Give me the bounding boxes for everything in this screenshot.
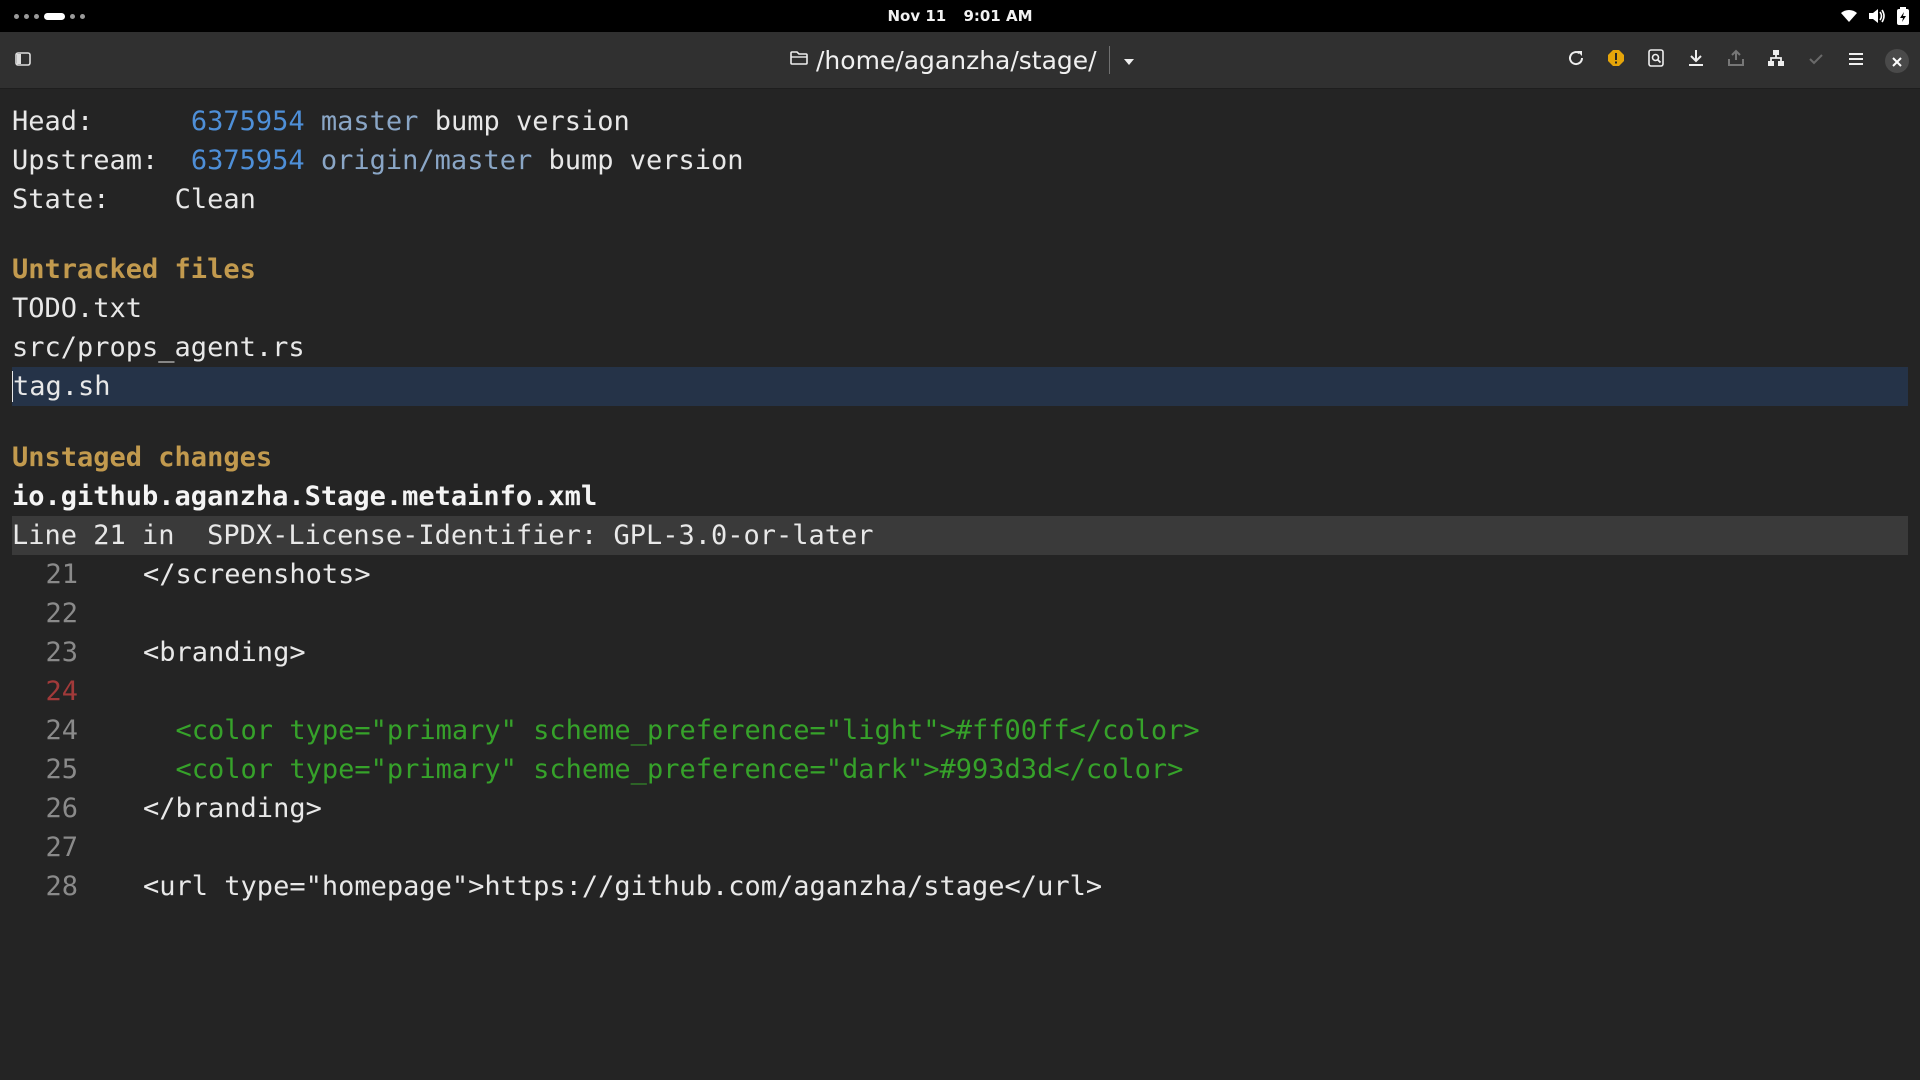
- diff-line-deleted[interactable]: 24: [12, 672, 78, 711]
- upstream-row[interactable]: Upstream: 6375954 origin/master bump ver…: [12, 141, 744, 180]
- line-number: 24: [45, 676, 78, 707]
- warning-button[interactable]: [1598, 42, 1634, 78]
- line-code: </screenshots>: [78, 559, 371, 590]
- line-number: 24: [45, 715, 78, 746]
- system-top-bar: Nov 11 9:01 AM: [0, 0, 1920, 32]
- untracked-file-label: tag.sh: [13, 371, 111, 402]
- close-icon: [1892, 52, 1902, 71]
- untracked-file[interactable]: TODO.txt: [12, 289, 142, 328]
- dropdown-arrow-icon: [1123, 51, 1135, 70]
- search-button[interactable]: [1638, 42, 1674, 78]
- push-button[interactable]: [1718, 42, 1754, 78]
- line-number: 27: [45, 832, 78, 863]
- line-number: 22: [45, 598, 78, 629]
- commit-icon: [1808, 51, 1824, 70]
- diff-line[interactable]: 21 </screenshots>: [12, 555, 371, 594]
- clock[interactable]: Nov 11 9:01 AM: [0, 0, 1920, 32]
- state-value: Clean: [174, 184, 256, 215]
- line-number: 26: [45, 793, 78, 824]
- line-code: <url type="homepage">https://github.com/…: [78, 871, 1103, 902]
- main-menu-button[interactable]: [1838, 42, 1874, 78]
- path-dropdown-button[interactable]: [1118, 45, 1140, 75]
- wifi-icon[interactable]: [1840, 8, 1858, 24]
- diff-line[interactable]: 27: [12, 828, 78, 867]
- untracked-file-selected[interactable]: tag.sh: [12, 367, 1908, 406]
- diff-line-added[interactable]: 25 <color type="primary" scheme_preferen…: [12, 750, 1183, 789]
- line-code: <branding>: [78, 637, 306, 668]
- branches-button[interactable]: [1758, 42, 1794, 78]
- repository-path[interactable]: /home/aganzha/stage/: [790, 40, 1140, 80]
- volume-icon[interactable]: [1868, 8, 1886, 24]
- hunk-header[interactable]: Line 21 in SPDX-License-Identifier: GPL-…: [12, 516, 1908, 555]
- line-number: 28: [45, 871, 78, 902]
- folder-icon: [790, 50, 808, 70]
- unstaged-file[interactable]: io.github.aganzha.Stage.metainfo.xml: [12, 477, 597, 516]
- line-number: 25: [45, 754, 78, 785]
- push-icon: [1727, 49, 1745, 71]
- branches-icon: [1767, 49, 1785, 71]
- status-view[interactable]: Head: 6375954 master bump version Upstre…: [0, 89, 1920, 1080]
- sidebar-toggle-icon: [15, 51, 31, 70]
- diff-line-added[interactable]: 24 <color type="primary" scheme_preferen…: [12, 711, 1200, 750]
- line-number: 21: [45, 559, 78, 590]
- line-code: </branding>: [78, 793, 322, 824]
- battery-icon[interactable]: [1896, 7, 1910, 25]
- repository-path-title: /home/aganzha/stage/: [816, 45, 1097, 75]
- line-code: <color type="primary" scheme_preference=…: [78, 754, 1184, 785]
- diff-line[interactable]: 22: [12, 594, 78, 633]
- upstream-branch: origin/master: [320, 145, 533, 176]
- pull-icon: [1687, 49, 1705, 71]
- path-divider: [1108, 46, 1110, 74]
- diff-line[interactable]: 28 <url type="homepage">https://github.c…: [12, 867, 1102, 906]
- state-row[interactable]: State: Clean: [12, 180, 256, 219]
- clock-time: 9:01 AM: [963, 7, 1033, 25]
- head-row[interactable]: Head: 6375954 master bump version: [12, 102, 630, 141]
- system-tray[interactable]: [1840, 6, 1910, 26]
- untracked-section-title[interactable]: Untracked files: [12, 250, 256, 289]
- pull-button[interactable]: [1678, 42, 1714, 78]
- diff-line[interactable]: 26 </branding>: [12, 789, 322, 828]
- menu-icon: [1848, 51, 1864, 70]
- head-label: Head:: [12, 106, 94, 137]
- untracked-file[interactable]: src/props_agent.rs: [12, 328, 305, 367]
- header-bar: /home/aganzha/stage/: [0, 32, 1920, 89]
- refresh-button[interactable]: [1558, 42, 1594, 78]
- diff-line[interactable]: 23 <branding>: [12, 633, 306, 672]
- unstaged-section-title[interactable]: Unstaged changes: [12, 438, 272, 477]
- head-message: bump version: [434, 106, 630, 137]
- refresh-icon: [1567, 49, 1585, 71]
- close-window-button[interactable]: [1885, 49, 1909, 73]
- upstream-message: bump version: [548, 145, 744, 176]
- search-icon: [1647, 49, 1665, 71]
- state-label: State:: [12, 184, 110, 215]
- sidebar-toggle-button[interactable]: [5, 42, 41, 78]
- line-code: <color type="primary" scheme_preference=…: [78, 715, 1200, 746]
- commit-button[interactable]: [1798, 42, 1834, 78]
- upstream-hash: 6375954: [190, 145, 305, 176]
- head-hash: 6375954: [190, 106, 305, 137]
- upstream-label: Upstream:: [12, 145, 159, 176]
- line-number: 23: [45, 637, 78, 668]
- warning-icon: [1607, 49, 1625, 71]
- clock-date: Nov 11: [887, 7, 947, 25]
- head-branch: master: [320, 106, 419, 137]
